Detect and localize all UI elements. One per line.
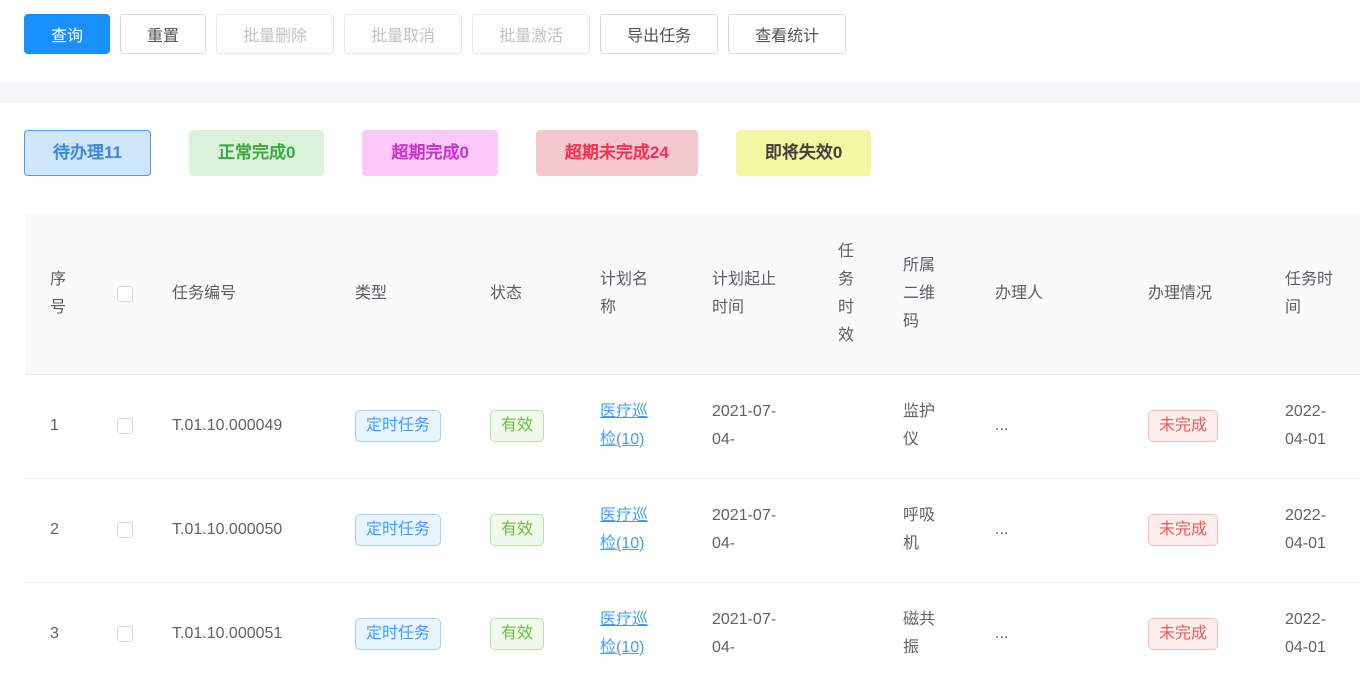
col-select xyxy=(107,215,162,374)
status-tag: 有效 xyxy=(490,410,544,442)
status-tag: 有效 xyxy=(490,618,544,650)
toolbar: 查询重置批量删除批量取消批量激活导出任务查看统计 xyxy=(0,0,1360,54)
batch-delete-button: 批量删除 xyxy=(216,14,334,54)
view-stats-button[interactable]: 查看统计 xyxy=(728,14,846,54)
task-number: T.01.10.000051 xyxy=(162,582,345,684)
table-header: 序号 任务编号 类型 状态 计划名称 计划起止时间 任务时效 所属二维码 办理人… xyxy=(25,215,1360,374)
tasks-table: 序号 任务编号 类型 状态 计划名称 计划起止时间 任务时效 所属二维码 办理人… xyxy=(25,215,1360,684)
col-status: 状态 xyxy=(480,215,590,374)
col-task-ttl: 任务时效 xyxy=(828,215,893,374)
handle-status-tag: 未完成 xyxy=(1148,618,1218,650)
handler: ... xyxy=(985,374,1138,478)
row-checkbox[interactable] xyxy=(117,522,133,538)
col-plan-name: 计划名称 xyxy=(590,215,702,374)
type-tag: 定时任务 xyxy=(355,410,441,442)
export-tasks-button[interactable]: 导出任务 xyxy=(600,14,718,54)
col-handle-status: 办理情况 xyxy=(1138,215,1275,374)
select-all-checkbox[interactable] xyxy=(117,286,133,302)
row-checkbox[interactable] xyxy=(117,626,133,642)
type-tag: 定时任务 xyxy=(355,514,441,546)
section-divider-strip xyxy=(0,82,1360,103)
batch-cancel-button: 批量取消 xyxy=(344,14,462,54)
task-time: 2022-04-01 xyxy=(1285,502,1337,558)
row-checkbox[interactable] xyxy=(117,418,133,434)
tab-overdue-incomplete[interactable]: 超期未完成24 xyxy=(536,130,698,176)
status-tag: 有效 xyxy=(490,514,544,546)
handler: ... xyxy=(985,478,1138,582)
batch-activate-button: 批量激活 xyxy=(472,14,590,54)
handle-status-tag: 未完成 xyxy=(1148,514,1218,546)
col-plan-period: 计划起止时间 xyxy=(702,215,828,374)
row-index: 2 xyxy=(25,478,107,582)
col-handler: 办理人 xyxy=(985,215,1138,374)
plan-period: 2021-07-04- xyxy=(712,606,788,662)
qrcode-name: 呼吸机 xyxy=(903,502,939,558)
col-type: 类型 xyxy=(345,215,480,374)
col-qrcode: 所属二维码 xyxy=(893,215,985,374)
col-task-number: 任务编号 xyxy=(162,215,345,374)
task-ttl xyxy=(828,582,893,684)
table-row: 2 T.01.10.000050 定时任务 有效 医疗巡检(10) 2021-0… xyxy=(25,478,1360,582)
table-row: 1 T.01.10.000049 定时任务 有效 医疗巡检(10) 2021-0… xyxy=(25,374,1360,478)
qrcode-name: 监护仪 xyxy=(903,398,939,454)
plan-name-link[interactable]: 医疗巡检(10) xyxy=(600,502,658,558)
task-ttl xyxy=(828,478,893,582)
tab-completed-normal[interactable]: 正常完成0 xyxy=(189,130,324,176)
handle-status-tag: 未完成 xyxy=(1148,410,1218,442)
plan-period: 2021-07-04- xyxy=(712,502,788,558)
handler: ... xyxy=(985,582,1138,684)
table-row: 3 T.01.10.000051 定时任务 有效 医疗巡检(10) 2021-0… xyxy=(25,582,1360,684)
task-time: 2022-04-01 xyxy=(1285,606,1337,662)
tab-completed-overdue[interactable]: 超期完成0 xyxy=(362,130,497,176)
tab-pending[interactable]: 待办理11 xyxy=(24,130,151,176)
col-task-time: 任务时间 xyxy=(1275,215,1360,374)
plan-name-link[interactable]: 医疗巡检(10) xyxy=(600,398,658,454)
task-number: T.01.10.000049 xyxy=(162,374,345,478)
reset-button[interactable]: 重置 xyxy=(120,14,206,54)
col-index: 序号 xyxy=(25,215,107,374)
task-ttl xyxy=(828,374,893,478)
qrcode-name: 磁共振 xyxy=(903,606,939,662)
row-index: 1 xyxy=(25,374,107,478)
type-tag: 定时任务 xyxy=(355,618,441,650)
plan-period: 2021-07-04- xyxy=(712,398,788,454)
tab-expiring-soon[interactable]: 即将失效0 xyxy=(736,130,871,176)
query-button[interactable]: 查询 xyxy=(24,14,110,54)
task-time: 2022-04-01 xyxy=(1285,398,1337,454)
task-number: T.01.10.000050 xyxy=(162,478,345,582)
status-tabs: 待办理11 正常完成0 超期完成0 超期未完成24 即将失效0 xyxy=(0,130,1360,176)
plan-name-link[interactable]: 医疗巡检(10) xyxy=(600,606,658,662)
row-index: 3 xyxy=(25,582,107,684)
